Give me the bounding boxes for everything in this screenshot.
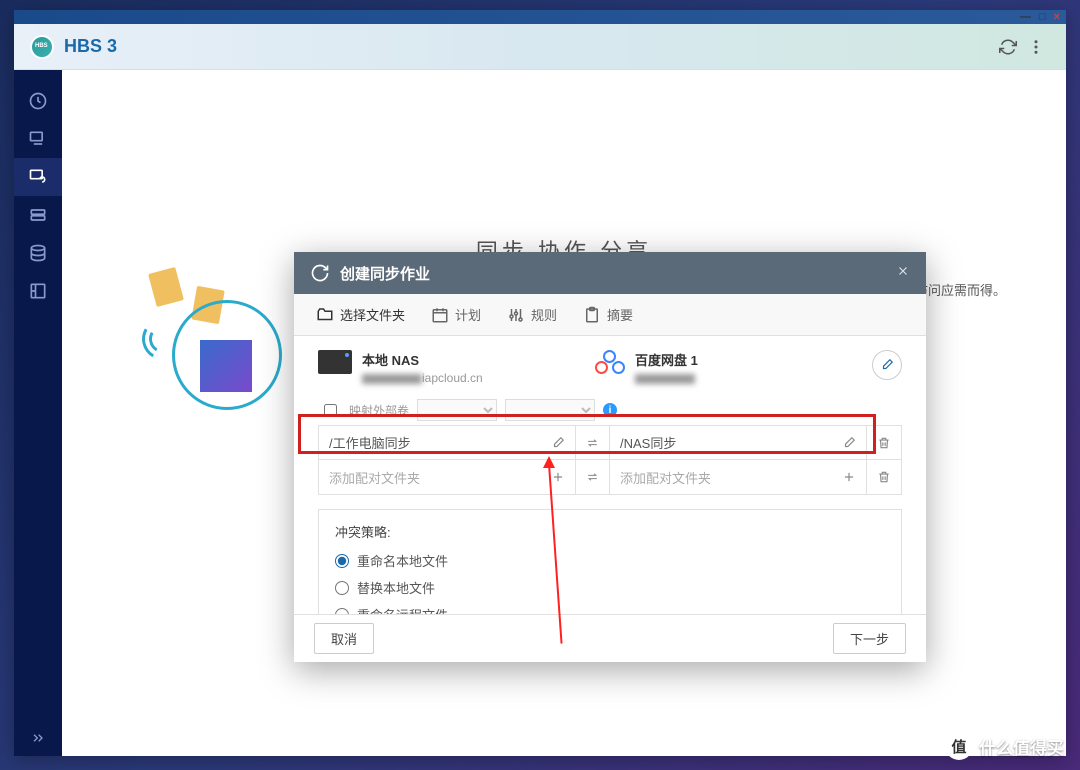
pair-remote-path[interactable]: /NAS同步	[610, 426, 867, 459]
pair-local-path[interactable]: /工作电脑同步	[319, 426, 576, 459]
folder-icon	[316, 306, 334, 324]
trash-icon	[877, 436, 891, 450]
add-remote-pair[interactable]: 添加配对文件夹	[610, 460, 867, 494]
watermark-badge: 值	[945, 732, 973, 760]
pair-sync-direction-add	[576, 460, 610, 494]
baidu-icon	[595, 350, 625, 374]
trash-icon	[877, 470, 891, 484]
sidebar-item-overview[interactable]	[14, 82, 62, 120]
step-schedule[interactable]: 计划	[421, 294, 491, 335]
maximize-button[interactable]: □	[1039, 11, 1046, 23]
app-logo-icon	[30, 35, 54, 59]
plus-icon	[842, 470, 856, 484]
pair-delete-button[interactable]	[867, 426, 901, 459]
policy-rename-remote[interactable]: 重命名远程文件	[335, 605, 885, 614]
edit-icon[interactable]	[842, 436, 856, 450]
sliders-icon	[507, 306, 525, 324]
two-way-icon	[586, 470, 599, 484]
map-select-1[interactable]	[417, 399, 497, 421]
two-way-icon	[586, 436, 599, 450]
dialog-title: 创建同步作业	[340, 263, 896, 284]
next-button[interactable]: 下一步	[833, 623, 906, 654]
conflict-policy-panel: 冲突策略: 重命名本地文件 替换本地文件 重命名远程文件 替换远程文件	[318, 509, 902, 614]
local-endpoint: 本地 NAS iapcloud.cn	[318, 350, 555, 385]
body-area: 同步 协作 分享 据访问应需而得。 创建同步作业	[14, 70, 1066, 756]
sidebar-item-sync[interactable]	[14, 158, 62, 196]
cancel-button[interactable]: 取消	[314, 623, 374, 654]
watermark: 值 什么值得买	[945, 732, 1064, 760]
background-graphic	[122, 270, 302, 410]
add-local-pair[interactable]: 添加配对文件夹	[319, 460, 576, 494]
step-select-folder[interactable]: 选择文件夹	[306, 294, 415, 335]
map-external-label: 映射外部卷	[349, 402, 409, 419]
info-icon[interactable]: i	[603, 403, 617, 417]
remote-endpoint-sub	[635, 371, 698, 385]
content-area: 同步 协作 分享 据访问应需而得。 创建同步作业	[62, 70, 1066, 756]
watermark-text: 什么值得买	[979, 734, 1064, 759]
sidebar-collapse-button[interactable]	[14, 720, 62, 756]
wizard-steps: 选择文件夹 计划 规则 摘要	[294, 294, 926, 336]
create-sync-job-dialog: 创建同步作业 选择文件夹 计划	[294, 252, 926, 662]
plus-icon	[551, 470, 565, 484]
pair-delete-disabled	[867, 460, 901, 494]
pair-row-1: /工作电脑同步 /NAS同步	[319, 426, 901, 460]
minimize-button[interactable]: —	[1020, 11, 1031, 23]
window-titlebar: — □ ×	[14, 10, 1066, 24]
app-window: — □ × HBS 3 同步 协作 分享 据访问应需而得。	[14, 10, 1066, 756]
step-summary[interactable]: 摘要	[573, 294, 643, 335]
pair-sync-direction[interactable]	[576, 426, 610, 459]
policy-rename-local[interactable]: 重命名本地文件	[335, 551, 885, 570]
step-rules[interactable]: 规则	[497, 294, 567, 335]
dialog-close-button[interactable]	[896, 264, 910, 283]
map-external-checkbox[interactable]	[324, 404, 337, 417]
sidebar-item-backup[interactable]	[14, 120, 62, 158]
policy-title: 冲突策略:	[335, 522, 885, 541]
sync-icon	[310, 263, 330, 283]
remote-endpoint-name: 百度网盘 1	[635, 350, 698, 369]
sidebar-item-services[interactable]	[14, 196, 62, 234]
close-button[interactable]: ×	[1054, 11, 1060, 23]
local-endpoint-sub: iapcloud.cn	[362, 371, 483, 385]
sidebar-item-storage[interactable]	[14, 234, 62, 272]
more-button[interactable]	[1022, 33, 1050, 61]
local-endpoint-name: 本地 NAS	[362, 350, 483, 369]
refresh-button[interactable]	[994, 33, 1022, 61]
calendar-icon	[431, 306, 449, 324]
remote-endpoint: 百度网盘 1	[595, 350, 832, 385]
dialog-header: 创建同步作业	[294, 252, 926, 294]
folder-pair-table: /工作电脑同步 /NAS同步	[318, 425, 902, 495]
clipboard-icon	[583, 306, 601, 324]
sidebar	[14, 70, 62, 756]
app-header: HBS 3	[14, 24, 1066, 70]
dialog-footer: 取消 下一步	[294, 614, 926, 662]
pair-row-add: 添加配对文件夹 添加配对文件夹	[319, 460, 901, 494]
endpoints-row: 本地 NAS iapcloud.cn 百度网盘 1	[318, 350, 902, 385]
map-select-2[interactable]	[505, 399, 595, 421]
edit-endpoints-button[interactable]	[872, 350, 902, 380]
nas-icon	[318, 350, 352, 374]
policy-replace-local[interactable]: 替换本地文件	[335, 578, 885, 597]
mapping-row: 映射外部卷 i	[318, 399, 902, 421]
edit-icon[interactable]	[551, 436, 565, 450]
dialog-body: 本地 NAS iapcloud.cn 百度网盘 1	[294, 336, 926, 614]
sidebar-item-report[interactable]	[14, 272, 62, 310]
app-title: HBS 3	[64, 36, 994, 57]
